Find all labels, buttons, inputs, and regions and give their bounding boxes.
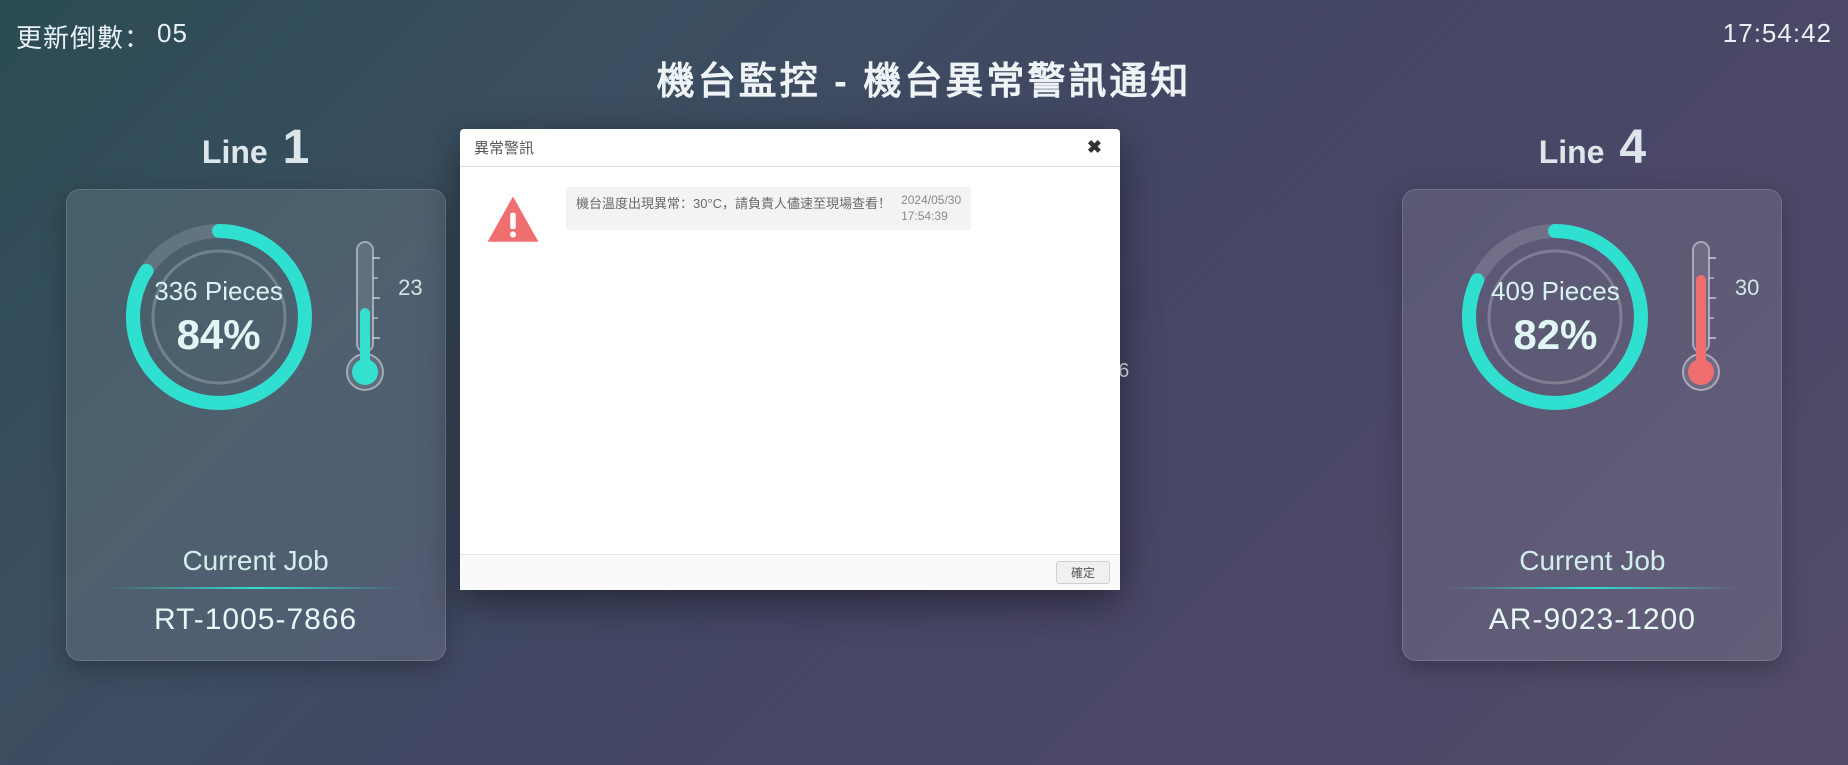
- warning-icon: [484, 191, 542, 249]
- alert-message-box: 機台溫度出現異常：30°C，請負責人儘速至現場查看！ 2024/05/30 17…: [566, 187, 971, 230]
- percent-value: 84%: [177, 311, 261, 359]
- dialog-body: 機台溫度出現異常：30°C，請負責人儘速至現場查看！ 2024/05/30 17…: [460, 167, 1120, 554]
- gauge-row: 409 Pieces 82% 30: [1455, 217, 1729, 417]
- current-job-label: Current Job: [86, 545, 426, 577]
- job-id: AR-9023-1200: [1422, 603, 1762, 637]
- alert-timestamp: 2024/05/30 17:54:39: [901, 193, 961, 224]
- dialog-header: 異常警訊 ✖: [460, 129, 1120, 167]
- line-label: Line 4: [1402, 120, 1782, 175]
- divider: [109, 587, 401, 589]
- temperature-value: 23: [398, 275, 422, 301]
- job-id: RT-1005-7866: [86, 603, 426, 637]
- machine-card: 409 Pieces 82% 30 Current Job AR-9023-12…: [1402, 189, 1782, 661]
- alert-message-wrap: 機台溫度出現異常：30°C，請負責人儘速至現場查看！ 2024/05/30 17…: [566, 187, 971, 230]
- progress-gauge: 336 Pieces 84%: [119, 217, 319, 417]
- divider: [1446, 587, 1738, 589]
- page-title: 機台監控 - 機台異常警訊通知: [0, 50, 1848, 105]
- alert-dialog: 異常警訊 ✖ 機台溫度出現異常：30°C，請負責人儘速至現場查看！ 2024/0…: [460, 129, 1120, 590]
- job-block: Current Job AR-9023-1200: [1422, 545, 1762, 637]
- progress-gauge: 409 Pieces 82%: [1455, 217, 1655, 417]
- pieces-count: 409 Pieces: [1491, 276, 1620, 307]
- job-block: Current Job RT-1005-7866: [86, 545, 426, 637]
- close-icon[interactable]: ✖: [1083, 137, 1106, 158]
- alert-time: 17:54:39: [901, 209, 948, 223]
- line-column: Line 1 336 Pieces 84% 23 Current Job RT-…: [66, 120, 446, 661]
- line-label: Line 1: [66, 120, 446, 175]
- temperature-value: 30: [1735, 275, 1759, 301]
- current-job-label: Current Job: [1422, 545, 1762, 577]
- ok-button[interactable]: 確定: [1056, 561, 1110, 584]
- line-number: 1: [283, 121, 310, 174]
- pieces-count: 336 Pieces: [154, 276, 283, 307]
- dialog-title: 異常警訊: [474, 137, 534, 158]
- alert-date: 2024/05/30: [901, 193, 961, 207]
- thermometer-icon: 23: [337, 227, 393, 407]
- thermometer-icon: 30: [1673, 227, 1729, 407]
- line-prefix: Line: [1539, 134, 1605, 170]
- dialog-footer: 確定: [460, 554, 1120, 590]
- alert-row: 機台溫度出現異常：30°C，請負責人儘速至現場查看！ 2024/05/30 17…: [484, 187, 1096, 249]
- alert-message: 機台溫度出現異常：30°C，請負責人儘速至現場查看！: [576, 193, 891, 212]
- line-number: 4: [1619, 121, 1646, 174]
- machine-card: 336 Pieces 84% 23 Current Job RT-1005-78…: [66, 189, 446, 661]
- line-prefix: Line: [202, 134, 268, 170]
- percent-value: 82%: [1513, 311, 1597, 359]
- gauge-row: 336 Pieces 84% 23: [119, 217, 393, 417]
- line-column: Line 4 409 Pieces 82% 30 Current Job AR-…: [1402, 120, 1782, 661]
